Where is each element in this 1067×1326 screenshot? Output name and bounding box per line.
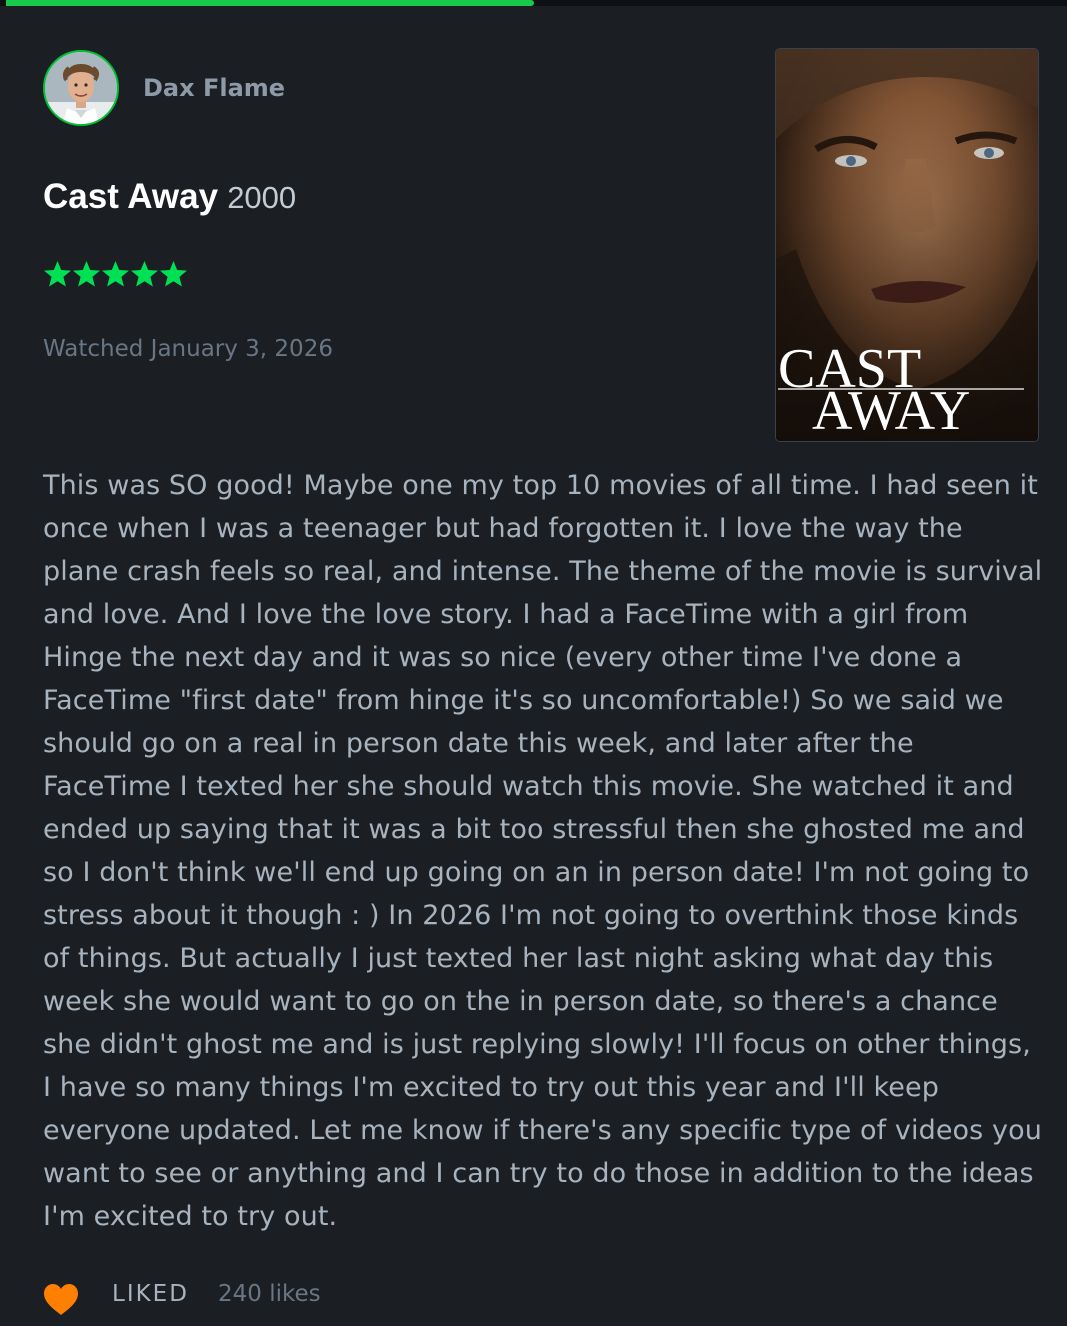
star-icon bbox=[43, 260, 72, 289]
avatar[interactable] bbox=[43, 50, 119, 126]
like-count[interactable]: 240 likes bbox=[218, 1281, 321, 1307]
star-icon bbox=[72, 260, 101, 289]
film-poster[interactable]: CAST AWAY bbox=[775, 48, 1039, 442]
star-icon bbox=[159, 260, 188, 289]
film-year[interactable]: 2000 bbox=[227, 180, 296, 215]
star-icon bbox=[130, 260, 159, 289]
author-name[interactable]: Dax Flame bbox=[143, 74, 285, 102]
liked-label: LIKED bbox=[112, 1281, 189, 1307]
watched-date: Watched January 3, 2026 bbox=[43, 336, 333, 362]
progress-fill bbox=[6, 0, 534, 6]
film-heading: Cast Away 2000 bbox=[43, 177, 296, 217]
review-text: This was SO good! Maybe one my top 10 mo… bbox=[43, 470, 1043, 1232]
star-rating bbox=[43, 260, 188, 292]
heart-icon[interactable] bbox=[43, 1283, 79, 1317]
progress-bar bbox=[0, 0, 1067, 6]
poster-title-line2: AWAY bbox=[812, 380, 970, 441]
star-icon bbox=[101, 260, 130, 289]
film-title[interactable]: Cast Away bbox=[43, 177, 218, 216]
